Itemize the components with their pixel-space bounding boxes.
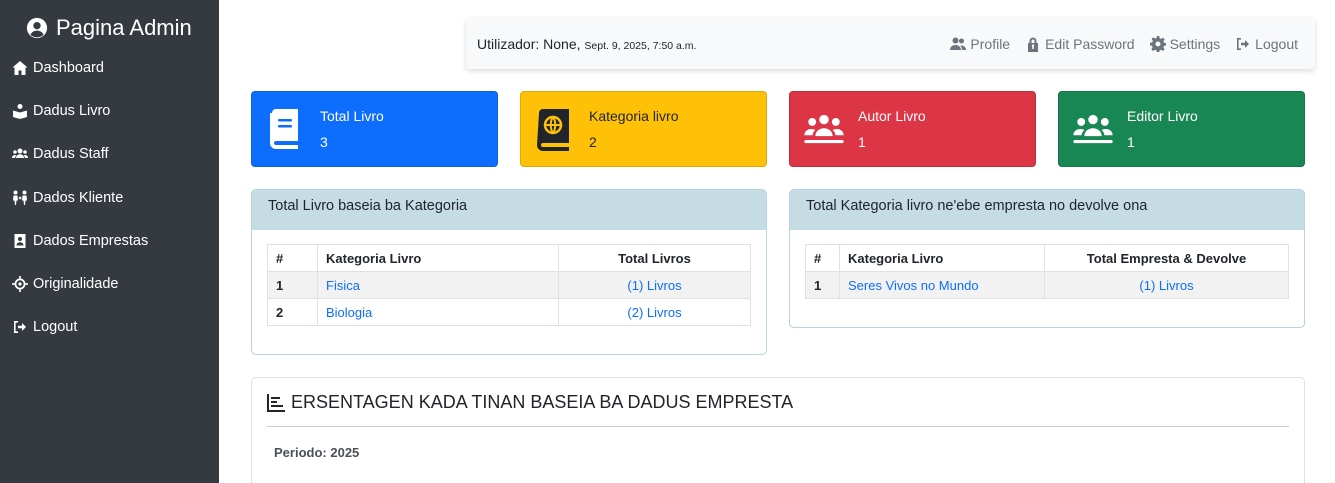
stat-value: 2 [589, 134, 597, 150]
gear-icon [1149, 35, 1166, 52]
sidebar-item-dashboard[interactable]: Dashboard [0, 46, 219, 89]
sign-out-icon [14, 321, 26, 334]
sidebar-item-logout[interactable]: Logout [0, 306, 219, 349]
user-info: Utilizador: None, Sept. 9, 2025, 7:50 a.… [477, 36, 696, 52]
book-icon [270, 109, 298, 149]
home-icon [12, 60, 28, 75]
users-icon [1073, 114, 1113, 144]
logout-label: Logout [1255, 35, 1298, 52]
users-icon [12, 148, 28, 159]
sidebar-item-label: Dadus Staff [33, 146, 109, 163]
stat-title: Editor Livro [1127, 108, 1198, 124]
profile-label: Profile [970, 35, 1011, 52]
table-row: 1 Seres Vivos no Mundo (1) Livros [805, 271, 1289, 299]
stat-card-autor-livro[interactable]: Autor Livro 1 [789, 91, 1036, 167]
chart-section-title: ERSENTAGEN KADA TINAN BASEIA BA DADUS EM… [267, 392, 1289, 427]
sidebar-item-label: Dados Emprestas [33, 232, 149, 249]
stat-card-total-livro[interactable]: Total Livro 3 [251, 91, 498, 167]
settings-label: Settings [1169, 35, 1221, 52]
sidebar-item-label: Dadus Livro [33, 102, 111, 119]
sidebar-item-label: Dashboard [33, 59, 104, 76]
sign-out-icon [1237, 37, 1250, 50]
panel-books-by-category: Total Livro baseia ba Kategoria # Katego… [251, 189, 767, 355]
loans-table: # Kategoria Livro Total Empresta & Devol… [805, 244, 1289, 299]
edit-password-link[interactable]: Edit Password [1025, 35, 1135, 52]
category-table: # Kategoria Livro Total Livros 1 Fisica … [267, 244, 751, 326]
stat-card-kategoria-livro[interactable]: Kategoria livro 2 [520, 91, 767, 167]
category-link[interactable]: Seres Vivos no Mundo [839, 271, 1045, 299]
stat-title: Kategoria livro [589, 108, 679, 124]
col-header-category: Kategoria Livro [839, 244, 1045, 272]
stat-value: 1 [1127, 134, 1135, 150]
period-value: 2025 [330, 445, 360, 460]
timestamp: Sept. 9, 2025, 7:50 a.m. [584, 39, 697, 52]
col-header-category: Kategoria Livro [317, 244, 559, 272]
panel-title: Total Livro baseia ba Kategoria [252, 190, 766, 230]
book-atlas-icon [537, 109, 569, 151]
user-circle-icon [26, 17, 48, 39]
category-link[interactable]: Biologia [317, 298, 559, 326]
chart-title-text: ERSENTAGEN KADA TINAN BASEIA BA DADUS EM… [291, 392, 794, 412]
profile-link[interactable]: Profile [950, 36, 1010, 52]
users-icon [950, 37, 967, 50]
sidebar-item-dadus-livro[interactable]: Dadus Livro [0, 89, 219, 132]
row-num: 2 [267, 298, 318, 326]
table-row: 2 Biologia (2) Livros [267, 298, 751, 326]
lock-icon [1028, 37, 1039, 52]
sidebar-item-originalidade[interactable]: Originalidade [0, 262, 219, 305]
period-info: Periodo: 2025 [274, 445, 1304, 460]
sidebar-item-label: Originalidade [33, 276, 119, 293]
col-header-total: Total Livros [558, 244, 751, 272]
total-link[interactable]: (1) Livros [558, 271, 751, 299]
total-link[interactable]: (2) Livros [558, 298, 751, 326]
row-num: 1 [267, 271, 318, 299]
total-link[interactable]: (1) Livros [1044, 271, 1289, 299]
sidebar-item-dados-kliente[interactable]: Dados Kliente [0, 176, 219, 219]
sidebar: Pagina Admin Dashboard Dadus Livro Dadus… [0, 0, 219, 483]
crosshairs-icon [12, 276, 28, 293]
edit-password-label: Edit Password [1045, 35, 1135, 52]
sidebar-item-label: Dados Kliente [33, 189, 124, 206]
address-book-icon [14, 233, 26, 248]
row-num: 1 [805, 271, 840, 299]
period-label: Periodo: [274, 445, 327, 460]
stat-title: Autor Livro [858, 108, 926, 124]
panel-loans-by-category: Total Kategoria livro ne'ebe empresta no… [789, 189, 1305, 328]
table-row: 1 Fisica (1) Livros [267, 271, 751, 299]
people-arrows-icon [13, 190, 27, 205]
sidebar-item-dadus-staff[interactable]: Dadus Staff [0, 133, 219, 176]
settings-link[interactable]: Settings [1149, 35, 1221, 52]
stat-value: 1 [858, 134, 866, 150]
book-open-reader-icon [13, 103, 27, 119]
chart-bar-icon [267, 393, 285, 412]
brand: Pagina Admin [0, 0, 219, 46]
category-link[interactable]: Fisica [317, 271, 559, 299]
topbar: Utilizador: None, Sept. 9, 2025, 7:50 a.… [466, 18, 1315, 69]
chart-panel: ERSENTAGEN KADA TINAN BASEIA BA DADUS EM… [251, 377, 1305, 483]
user-label: Utilizador: None, [477, 35, 581, 52]
col-header-num: # [267, 244, 318, 272]
col-header-total: Total Empresta & Devolve [1044, 244, 1289, 272]
col-header-num: # [805, 244, 840, 272]
panel-title: Total Kategoria livro ne'ebe empresta no… [790, 190, 1304, 230]
logout-link[interactable]: Logout [1235, 36, 1298, 52]
stat-value: 3 [320, 134, 328, 150]
stat-card-editor-livro[interactable]: Editor Livro 1 [1058, 91, 1305, 167]
users-icon [804, 114, 844, 144]
stat-title: Total Livro [320, 108, 384, 124]
sidebar-item-label: Logout [33, 319, 78, 336]
brand-title: Pagina Admin [56, 15, 192, 40]
sidebar-item-dados-empresta[interactable]: Dados Emprestas [0, 219, 219, 262]
